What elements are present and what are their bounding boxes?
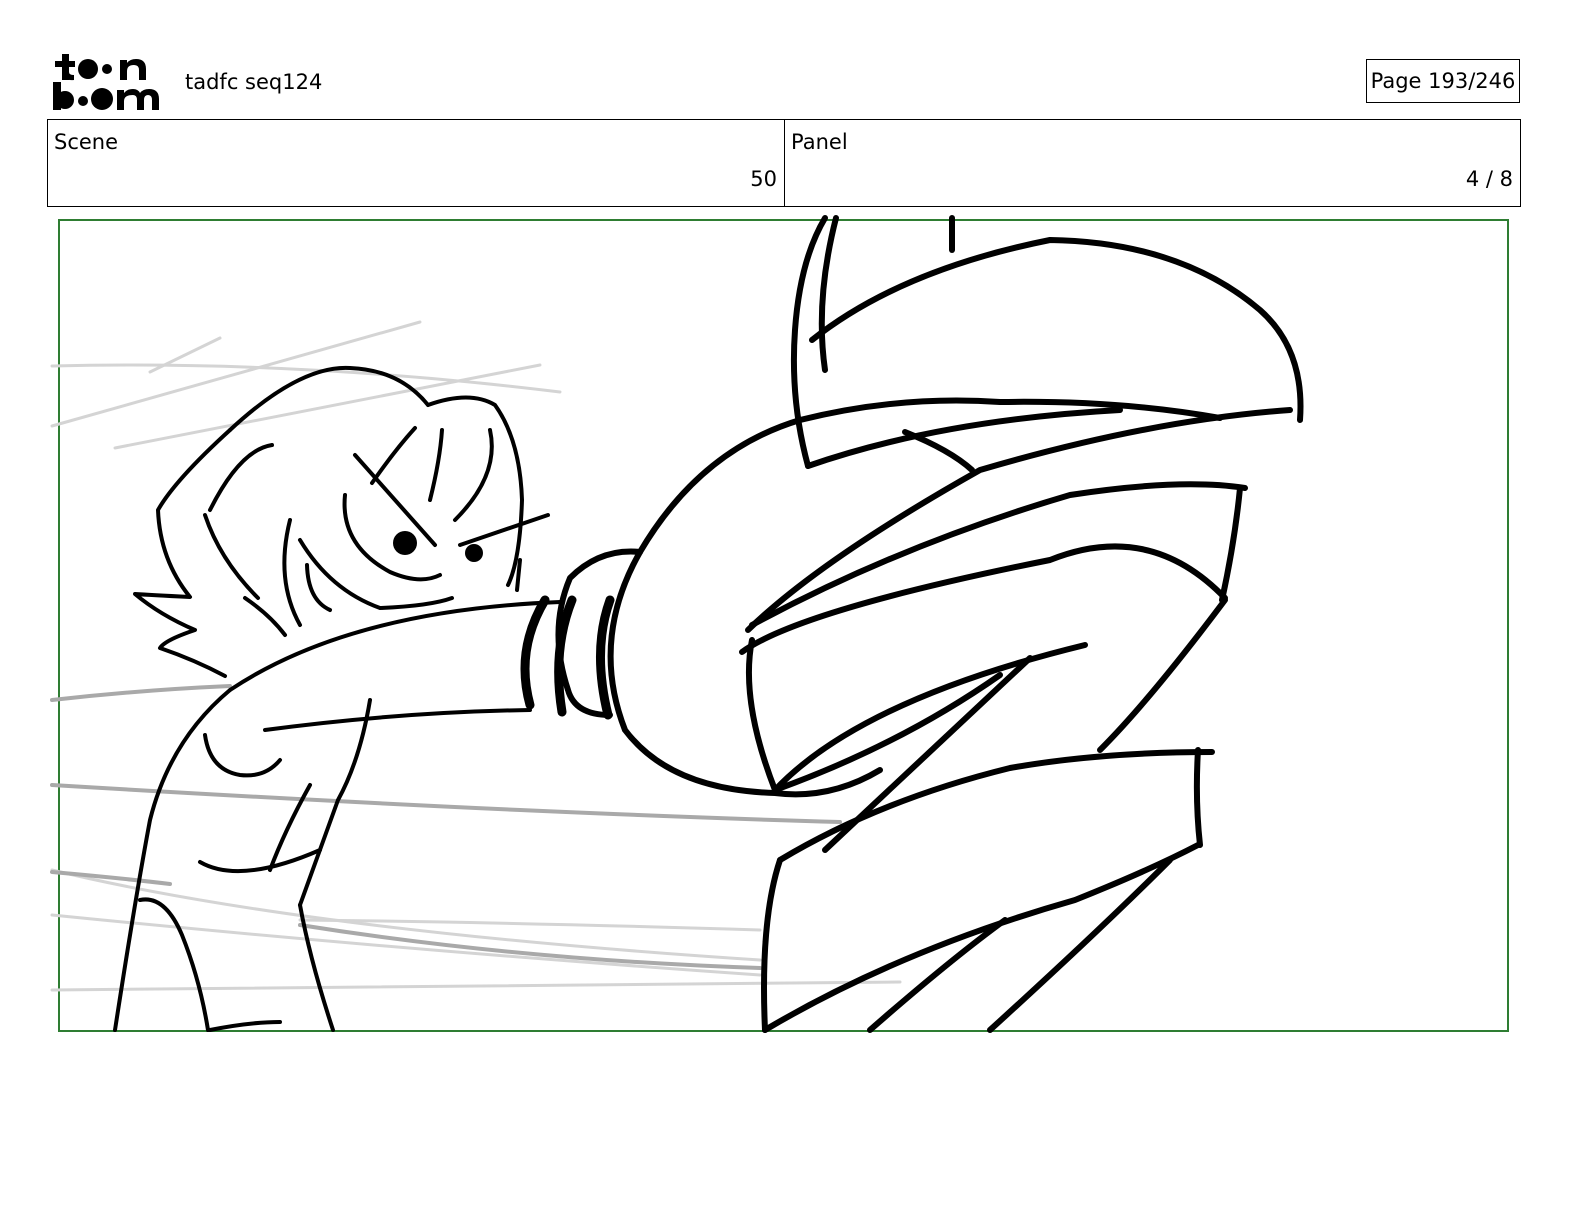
document-title: tadfc seq124: [185, 70, 323, 94]
storyboard-panel-frame: [58, 219, 1509, 1032]
panel-value: 4 / 8: [1465, 167, 1513, 191]
panel-label: Panel: [791, 130, 848, 154]
page-indicator: Page 193/246: [1366, 59, 1520, 103]
scene-label: Scene: [54, 130, 119, 154]
panel-cell: Panel 4 / 8: [785, 120, 1520, 206]
scene-panel-table: Scene 50 Panel 4 / 8: [47, 119, 1521, 207]
page-label: Page 193/246: [1370, 69, 1516, 93]
scene-cell: Scene 50: [48, 120, 785, 206]
toon-boom-logo: [50, 50, 166, 114]
scene-value: 50: [750, 167, 777, 191]
